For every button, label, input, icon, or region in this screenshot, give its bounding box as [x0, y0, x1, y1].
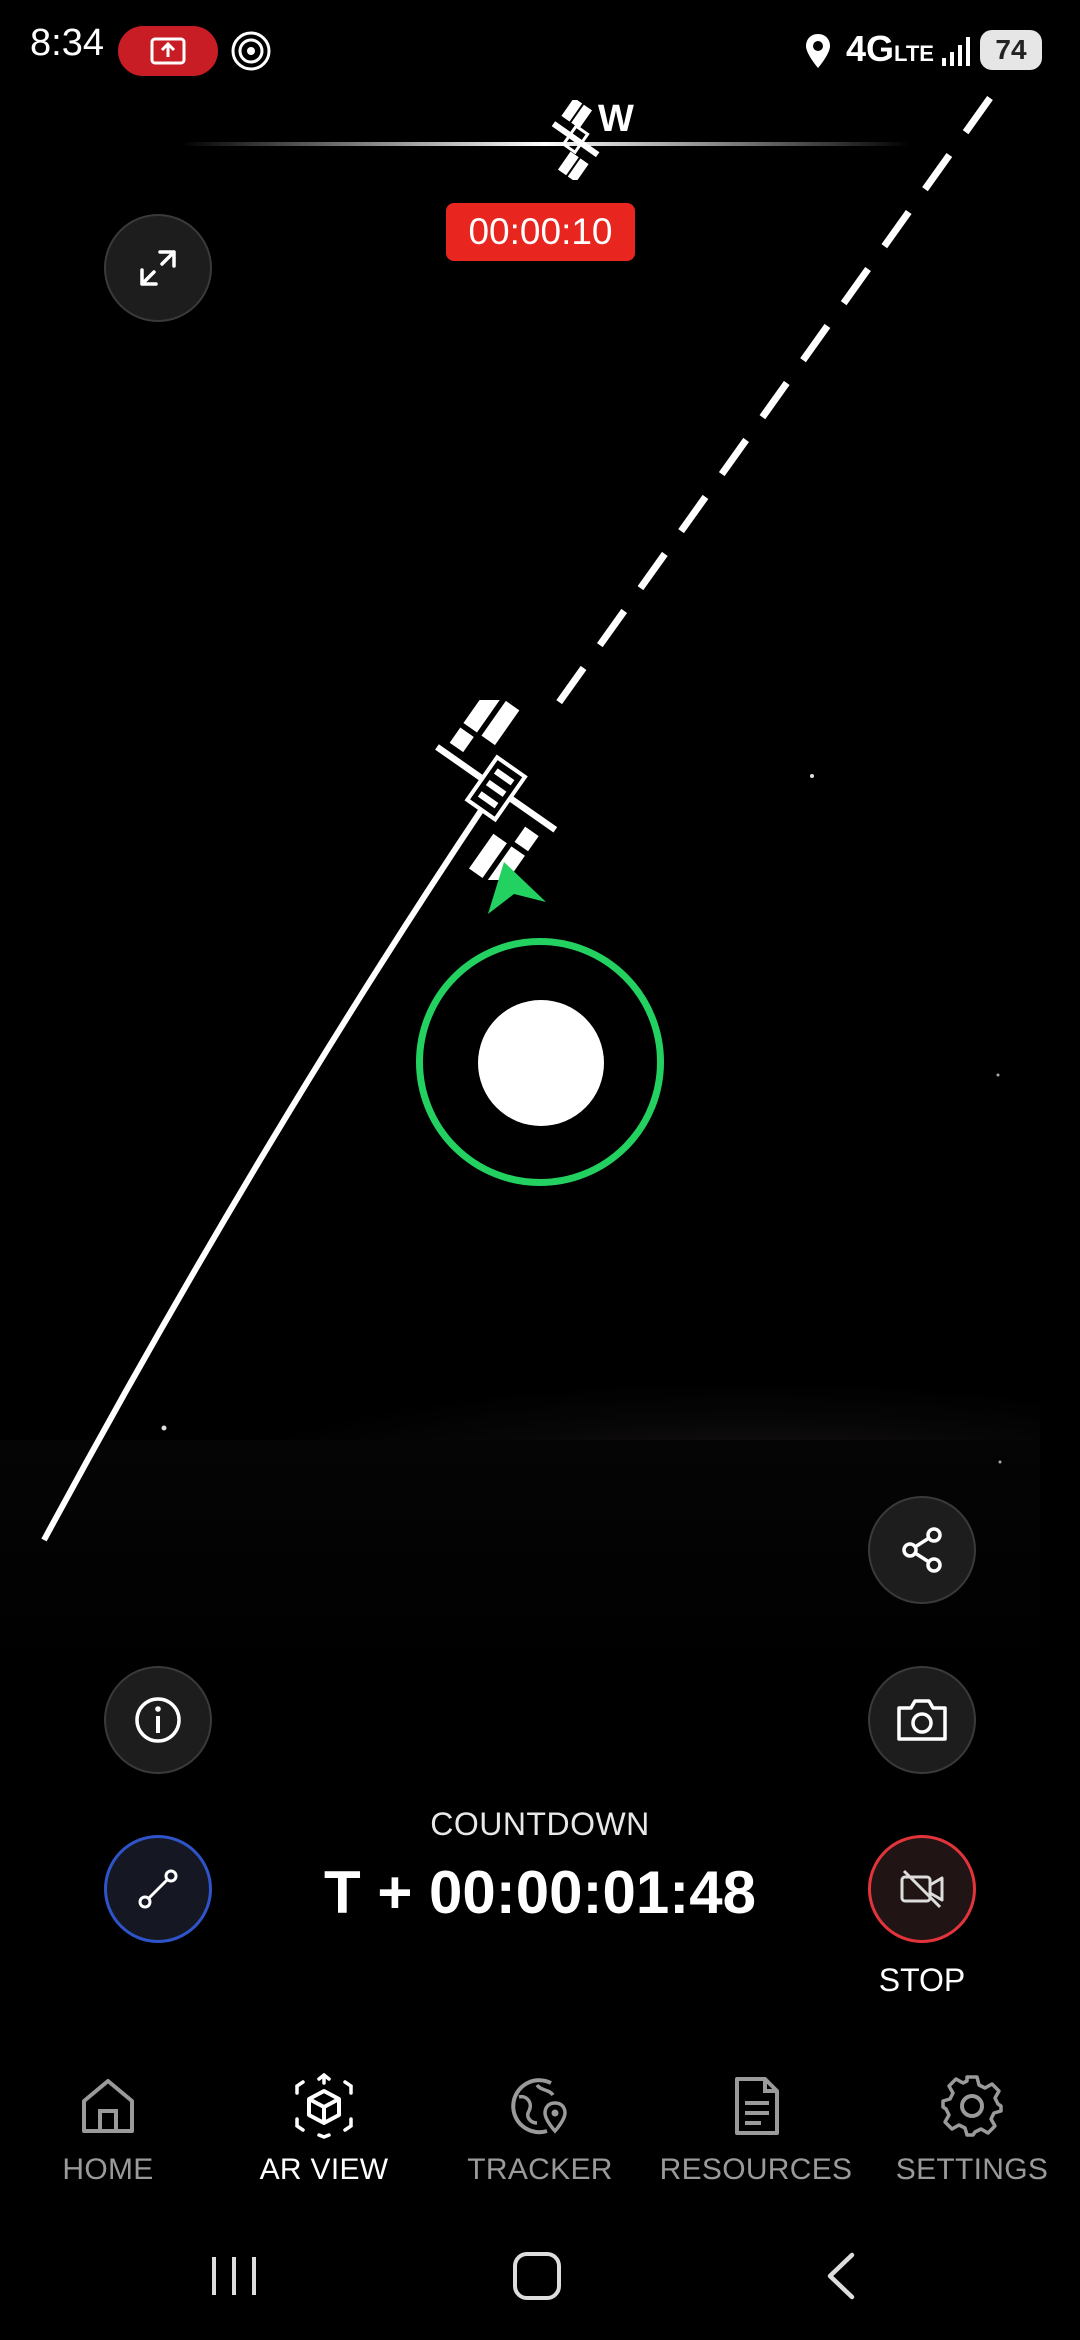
nav-item-home[interactable]: HOME	[0, 2055, 216, 2225]
iss-satellite-icon[interactable]	[400, 700, 590, 880]
camera-button[interactable]	[868, 1666, 976, 1774]
document-icon	[735, 2077, 779, 2135]
nav-item-tracker[interactable]: TRACKER	[432, 2055, 648, 2225]
nav-label-settings: SETTINGS	[895, 2153, 1049, 2186]
compass-heading: W	[598, 98, 634, 140]
system-navigation-bar	[0, 2225, 1080, 2340]
location-icon	[806, 34, 830, 68]
ar-cube-icon	[295, 2073, 353, 2139]
expand-icon	[140, 250, 176, 286]
share-icon	[902, 1527, 942, 1573]
path-icon	[138, 1869, 178, 1909]
camera-icon	[897, 1699, 947, 1741]
info-icon	[135, 1697, 181, 1743]
star	[161, 1425, 167, 1431]
recents-icon[interactable]	[206, 2251, 262, 2301]
gear-icon	[941, 2075, 1003, 2137]
nav-label-resources: RESOURCES	[659, 2153, 853, 2186]
countdown-value: T + 00:00:01:48	[324, 1859, 756, 1926]
video-off-icon	[900, 1869, 944, 1909]
screen-record-icon	[150, 37, 186, 65]
toggle-path-button[interactable]	[104, 1835, 212, 1943]
nav-item-resources[interactable]: RESOURCES	[648, 2055, 864, 2225]
ar-view-screen: 8:34 4GLTE 74 W 00:00:10 COUNTDOWN T + 0…	[0, 0, 1080, 2340]
tracker-globe-icon	[511, 2078, 567, 2135]
expand-button[interactable]	[104, 214, 212, 322]
future-path-dashed	[542, 95, 993, 725]
battery-icon: 74	[980, 30, 1042, 70]
countdown-label: COUNTDOWN	[430, 1806, 650, 1842]
system-home-icon[interactable]	[510, 2249, 564, 2303]
stop-label: STOP	[878, 1962, 966, 1998]
hotspot-icon	[231, 31, 271, 71]
network-type: 4GLTE	[846, 28, 934, 69]
home-icon	[82, 2079, 134, 2133]
recording-timer: 00:00:10	[446, 203, 635, 261]
star	[998, 1460, 1002, 1464]
nav-label-tracker: TRACKER	[467, 2153, 613, 2186]
star	[996, 1073, 1000, 1077]
screen-record-indicator[interactable]	[118, 26, 218, 76]
star	[810, 774, 814, 778]
back-icon[interactable]	[818, 2249, 862, 2303]
direction-arrow-icon	[488, 862, 546, 914]
status-bar: 8:34 4GLTE 74	[0, 0, 1080, 100]
nav-item-ar-view[interactable]: AR VIEW	[216, 2055, 432, 2225]
stop-recording-button[interactable]	[868, 1835, 976, 1943]
nav-label-ar-view: AR VIEW	[259, 2153, 389, 2186]
status-time: 8:34	[30, 22, 104, 64]
nav-label-home: HOME	[62, 2153, 154, 2186]
target-center-dot	[478, 1000, 604, 1126]
share-button[interactable]	[868, 1496, 976, 1604]
info-button[interactable]	[104, 1666, 212, 1774]
past-path-solid	[41, 798, 491, 1542]
nav-item-settings[interactable]: SETTINGS	[864, 2055, 1080, 2225]
signal-icon	[942, 37, 970, 66]
bottom-navigation: HOME AR VIEW TRACKER RESOURCES SETTINGS	[0, 2055, 1080, 2225]
